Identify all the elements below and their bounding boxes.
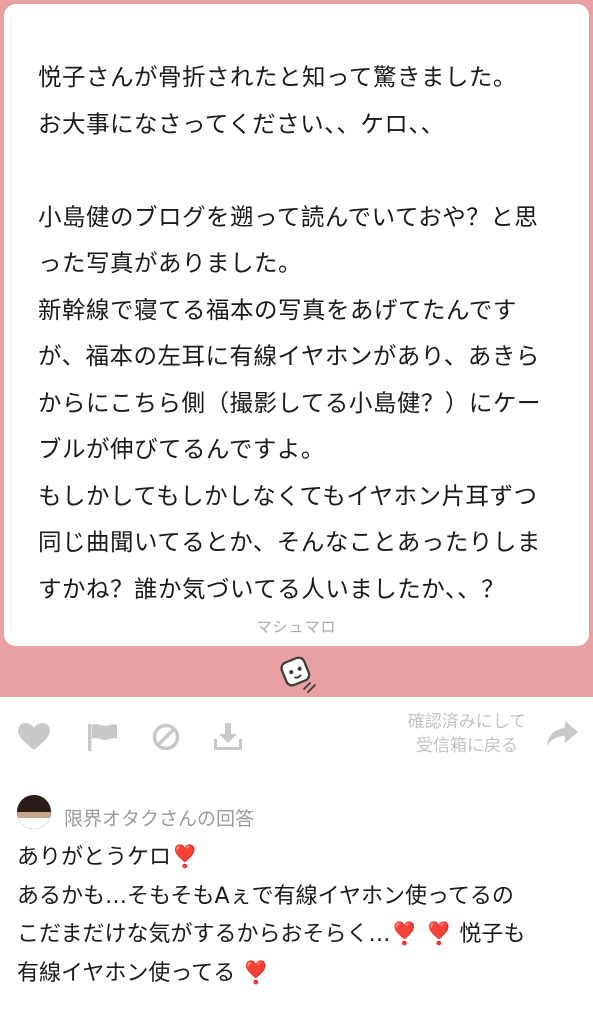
question-line: 新幹線で寝てる福本の写真をあげてたんです: [38, 295, 517, 324]
answer-title: 限界オタクさんの回答: [64, 808, 255, 830]
answer-text: ありがとうケロ❣️ あるかも…そもそもAぇで有線イヤホン使ってるの こだまだけな…: [17, 839, 587, 993]
restore-label-line1: 確認済みにして: [407, 712, 527, 732]
question-line: すかね？誰か気づいてる人いましたか、、？: [38, 574, 506, 603]
exclamation-heart-icon: ❣️: [424, 922, 453, 947]
reply-arrow-icon[interactable]: [545, 719, 579, 749]
question-line: 同じ曲聞いてるとか、そんなことあったりしま: [38, 528, 541, 556]
restore-to-inbox-button[interactable]: 確認済みにして 受信箱に戻る: [392, 710, 542, 758]
flag-icon[interactable]: [86, 722, 120, 752]
answer-line: 有線イヤホン使ってる ❣️: [17, 960, 270, 986]
question-line: 悦子さんが骨折されたと知って驚きました。: [38, 63, 517, 91]
marshmallow-mascot-icon: [274, 651, 320, 697]
question-line: 小島健のブログを遡って読んでいておや？と思: [38, 202, 539, 231]
block-icon[interactable]: [150, 722, 184, 752]
exclamation-heart-icon: ❣️: [390, 922, 418, 947]
download-icon[interactable]: [212, 722, 246, 752]
answer-line: あるかも…そもそもAぇで有線イヤホン使ってるの: [17, 883, 514, 909]
restore-label-line2: 受信箱に戻る: [416, 736, 518, 756]
avatar[interactable]: [17, 795, 51, 829]
question-line: ブルが伸びてるんですよ。: [38, 435, 325, 463]
question-line: もしかしてもしかしなくてもイヤホン片耳ずつ: [38, 481, 538, 510]
question-text: 悦子さんが骨折されたと知って驚きました。 お大事になさってください、、ケロ、、 …: [38, 54, 568, 612]
question-line: からにこちら側（撮影してる小島健？）にケー: [38, 388, 541, 417]
exclamation-heart-icon: ❣️: [171, 845, 199, 870]
question-card: 悦子さんが骨折されたと知って驚きました。 お大事になさってください、、ケロ、、 …: [4, 4, 589, 646]
exclamation-heart-icon: ❣️: [242, 960, 270, 986]
question-line: お大事になさってください、、ケロ、、: [38, 109, 445, 138]
question-line: が、福本の左耳に有線イヤホンがあり、あきら: [38, 342, 540, 370]
answer-line: こだまだけな気がするからおそらく…❣️ ❣️ 悦子も: [17, 922, 526, 947]
answer-line: ありがとうケロ❣️: [17, 845, 199, 870]
brand-label: マシュマロ: [256, 618, 337, 636]
question-line: [38, 147, 568, 194]
question-line: った写真がありました。: [38, 249, 302, 277]
heart-icon[interactable]: [17, 722, 51, 752]
